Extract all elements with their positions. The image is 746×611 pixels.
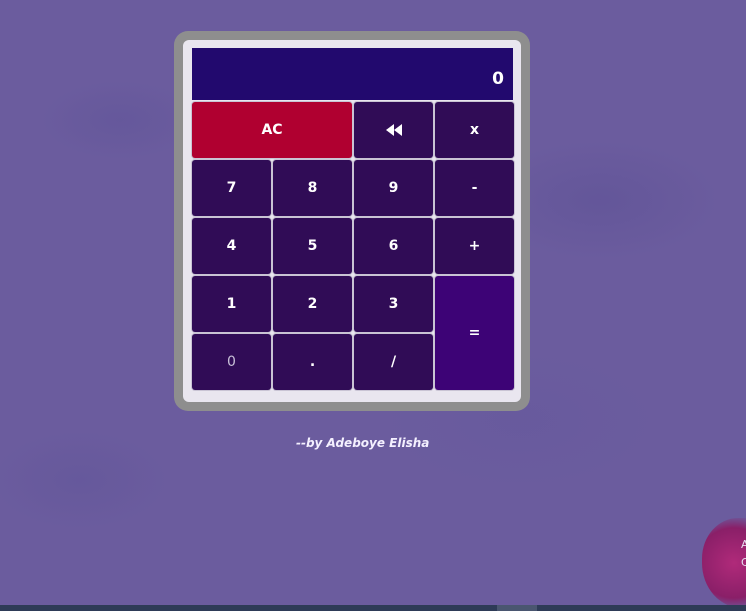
digit-1-button[interactable]: 1	[192, 276, 271, 332]
equals-button[interactable]: =	[435, 276, 514, 390]
corner-text-line: A	[741, 538, 746, 551]
digit-8-button[interactable]: 8	[273, 160, 352, 216]
backspace-button[interactable]	[354, 102, 433, 158]
decimal-button[interactable]: .	[273, 334, 352, 390]
digit-9-button[interactable]: 9	[354, 160, 433, 216]
calculator-body: 0 AC x 7 8 9 - 4 5 6 + 1 2 3 = 0 . /	[183, 40, 521, 402]
digit-7-button[interactable]: 7	[192, 160, 271, 216]
clear-button[interactable]: AC	[192, 102, 352, 158]
minus-button[interactable]: -	[435, 160, 514, 216]
digit-6-button[interactable]: 6	[354, 218, 433, 274]
corner-text: A C	[741, 536, 746, 572]
calculator: 0 AC x 7 8 9 - 4 5 6 + 1 2 3 = 0 . /	[174, 31, 530, 411]
keypad: AC x 7 8 9 - 4 5 6 + 1 2 3 = 0 . /	[192, 102, 514, 390]
digit-0-button[interactable]: 0	[192, 334, 271, 390]
rewind-icon	[385, 124, 402, 136]
digit-4-button[interactable]: 4	[192, 218, 271, 274]
plus-button[interactable]: +	[435, 218, 514, 274]
author-credit: --by Adeboye Elisha	[296, 436, 430, 450]
digit-3-button[interactable]: 3	[354, 276, 433, 332]
digit-5-button[interactable]: 5	[273, 218, 352, 274]
scrollbar-thumb[interactable]	[497, 605, 537, 611]
multiply-button[interactable]: x	[435, 102, 514, 158]
corner-text-line: C	[741, 556, 746, 569]
digit-2-button[interactable]: 2	[273, 276, 352, 332]
calculator-display: 0	[192, 48, 513, 100]
divide-button[interactable]: /	[354, 334, 433, 390]
display-value: 0	[492, 69, 504, 89]
horizontal-scrollbar[interactable]	[0, 605, 746, 611]
